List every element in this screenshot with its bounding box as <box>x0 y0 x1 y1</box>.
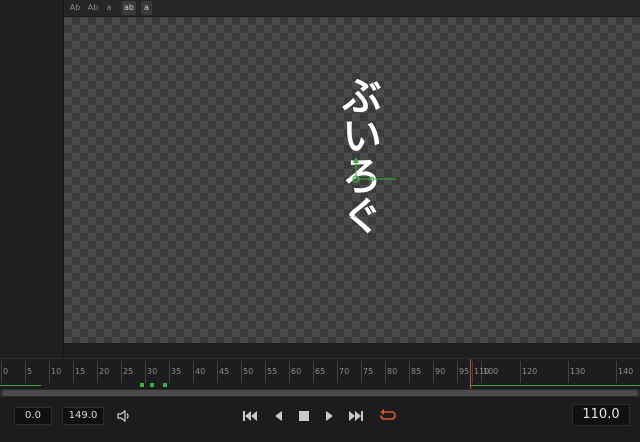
text-tool-ab-1-button[interactable]: Ab <box>68 1 82 15</box>
ruler-tick-label: 75 <box>363 367 374 376</box>
text-tool-ab-2-button[interactable]: Ab <box>86 1 100 15</box>
ruler-tick-label: 70 <box>339 367 350 376</box>
ruler-tick <box>265 361 266 383</box>
ruler-tick <box>409 361 410 383</box>
ruler-tick <box>568 361 569 383</box>
start-time-field[interactable]: 0.0 <box>14 407 52 425</box>
playhead[interactable] <box>470 359 471 389</box>
ruler-tick <box>241 361 242 383</box>
ruler-tick <box>433 361 434 383</box>
end-time-field[interactable]: 149.0 <box>62 407 104 425</box>
ruler-tick-label: 90 <box>435 367 446 376</box>
ruler-tick <box>337 361 338 383</box>
ruler-tick <box>121 361 122 383</box>
ruler-tick <box>217 361 218 383</box>
ruler-tick <box>25 361 26 383</box>
ruler-tick-label: 0 <box>3 367 9 376</box>
ruler-tick <box>616 361 617 383</box>
ruler-tick <box>457 361 458 383</box>
ruler-tick-label: 60 <box>291 367 302 376</box>
keyframe-marker[interactable] <box>150 383 154 387</box>
ruler-tick-label: 10 <box>51 367 62 376</box>
ruler-tick-label: 55 <box>267 367 278 376</box>
keyframe-marker[interactable] <box>140 383 144 387</box>
ruler-tick-label: 5 <box>27 367 33 376</box>
text-tool-a-highlight-button[interactable]: a <box>141 1 152 15</box>
ruler-tick <box>313 361 314 383</box>
ruler-tick-label: 140 <box>618 367 634 376</box>
stop-icon[interactable] <box>294 406 314 426</box>
ruler-tick-label: 85 <box>411 367 422 376</box>
ruler-tick <box>193 361 194 383</box>
keyframe-marker[interactable] <box>163 383 167 387</box>
ruler-tick-label: 130 <box>570 367 586 376</box>
timeline-ruler[interactable]: 0 5 10 15 20 25 30 35 40 45 50 55 60 65 70 75 80 85 90 95 10… <box>0 358 640 389</box>
loop-icon[interactable] <box>378 406 398 426</box>
ruler-tick <box>49 361 50 383</box>
ruler-tick <box>385 361 386 383</box>
render-range-start <box>0 385 41 386</box>
ruler-tick <box>169 361 170 383</box>
ruler-tick <box>520 361 521 383</box>
ruler-tick-label: 95 <box>459 367 470 376</box>
left-panel <box>0 0 64 358</box>
ruler-tick-label: 30 <box>147 367 158 376</box>
ruler-tick-label: 15 <box>75 367 86 376</box>
ruler-tick-label: 35 <box>171 367 182 376</box>
ruler-tick-label: 25 <box>123 367 134 376</box>
ruler-tick-label: 80 <box>387 367 398 376</box>
ruler-tick-label: 110 <box>474 367 490 376</box>
ruler-tick <box>1 361 2 383</box>
speaker-icon[interactable] <box>114 406 134 426</box>
text-tool-ab-highlight-button[interactable]: ab <box>122 1 136 15</box>
viewer-canvas[interactable]: ぶいろぐ <box>64 17 640 343</box>
viewer-footer <box>64 343 640 358</box>
ruler-tick-label: 45 <box>219 367 230 376</box>
ruler-tick-label: 120 <box>522 367 538 376</box>
play-icon[interactable] <box>320 406 340 426</box>
current-time-field[interactable]: 110.0 <box>572 404 630 426</box>
transport-bar: 0.0 149.0 110.0 <box>0 397 640 442</box>
ruler-tick-label: 50 <box>243 367 254 376</box>
timeline-scrollbar[interactable] <box>0 389 640 397</box>
ruler-tick-label: 40 <box>195 367 206 376</box>
go-to-start-icon[interactable] <box>240 406 260 426</box>
ruler-tick <box>289 361 290 383</box>
timeline-scrollbar-thumb[interactable] <box>2 390 638 396</box>
go-to-end-icon[interactable] <box>346 406 366 426</box>
center-transform-widget[interactable] <box>316 153 396 233</box>
ruler-tick <box>472 361 473 383</box>
play-reverse-icon[interactable] <box>268 406 288 426</box>
ruler-tick <box>145 361 146 383</box>
ruler-tick <box>97 361 98 383</box>
ruler-tick <box>73 361 74 383</box>
ruler-tick-label: 65 <box>315 367 326 376</box>
render-range-end <box>471 385 640 386</box>
text-tool-strip: Ab Ab a ab a <box>64 0 640 17</box>
ruler-tick <box>361 361 362 383</box>
ruler-tick-label: 20 <box>99 367 110 376</box>
text-tool-a-button[interactable]: a <box>104 1 114 15</box>
